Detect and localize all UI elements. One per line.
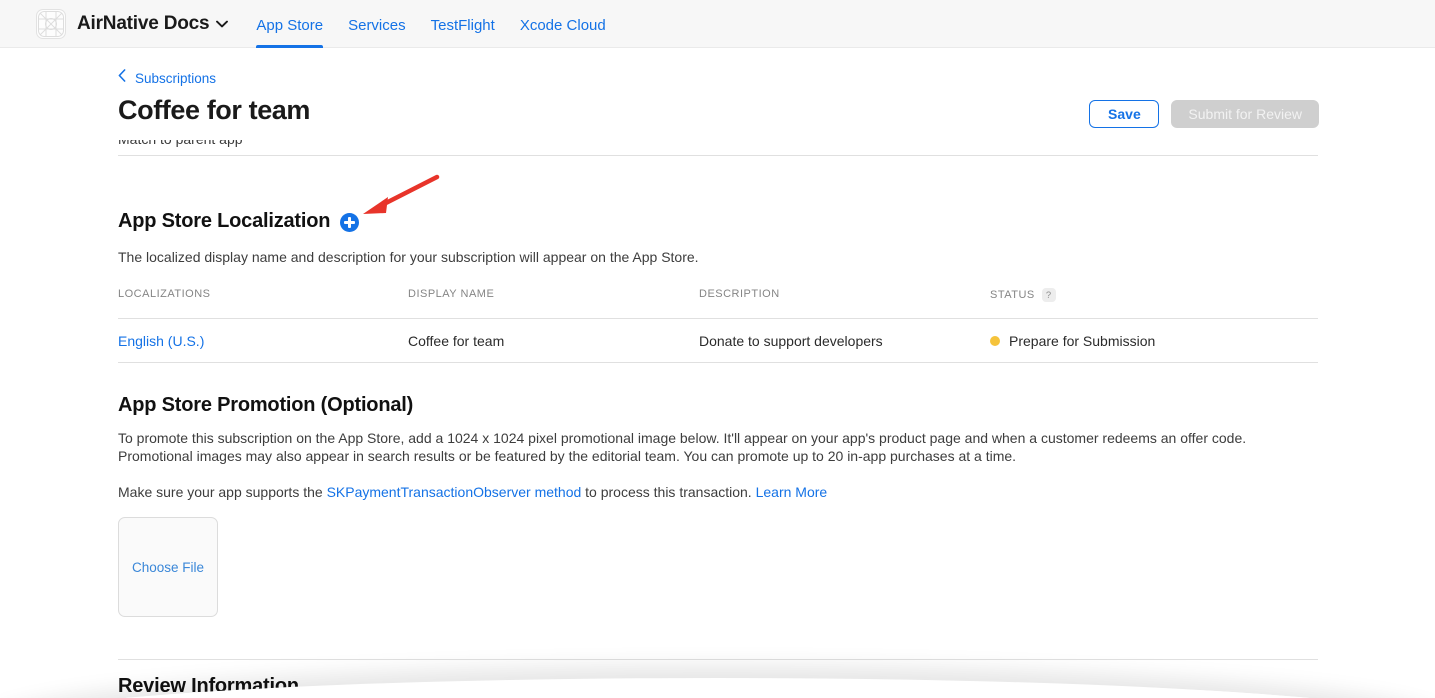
- section-title-app-store-promotion: App Store Promotion (Optional): [118, 394, 413, 417]
- column-header-status: STATUS ?: [990, 288, 1318, 302]
- brand-menu[interactable]: AirNative Docs: [36, 0, 228, 48]
- divider: [118, 155, 1318, 156]
- grid-app-icon: [36, 9, 66, 39]
- tab-services[interactable]: Services: [348, 17, 406, 48]
- localization-description: The localized display name and descripti…: [118, 248, 1218, 266]
- tab-testflight[interactable]: TestFlight: [431, 17, 495, 48]
- chevron-left-icon: [118, 69, 126, 87]
- app-store-connect-subscription-page: AirNative Docs App Store Services TestFl…: [0, 0, 1435, 698]
- section-title-app-store-localization: App Store Localization: [118, 210, 330, 233]
- table-row[interactable]: English (U.S.) Coffee for team Donate to…: [118, 318, 1318, 363]
- column-header-status-label: STATUS: [990, 289, 1035, 301]
- save-button[interactable]: Save: [1089, 100, 1159, 128]
- promotion-paragraph: To promote this subscription on the App …: [118, 429, 1300, 465]
- cell-status: Prepare for Submission: [990, 333, 1318, 349]
- status-badge: Prepare for Submission: [1009, 333, 1155, 349]
- breadcrumb-subscriptions[interactable]: Subscriptions: [118, 69, 216, 87]
- breadcrumb-label: Subscriptions: [135, 71, 216, 86]
- learn-more-link[interactable]: Learn More: [756, 484, 828, 500]
- localizations-table: LOCALIZATIONS DISPLAY NAME DESCRIPTION S…: [118, 288, 1318, 363]
- cell-description: Donate to support developers: [699, 333, 990, 349]
- tab-xcode-cloud[interactable]: Xcode Cloud: [520, 17, 606, 48]
- cell-locale[interactable]: English (U.S.): [118, 333, 408, 349]
- cell-display-name: Coffee for team: [408, 333, 699, 349]
- top-navigation-bar: AirNative Docs App Store Services TestFl…: [0, 0, 1435, 48]
- divider: [118, 659, 1318, 660]
- status-dot-icon: [990, 336, 1000, 346]
- question-mark-icon[interactable]: ?: [1042, 288, 1056, 302]
- nav-tabs: App Store Services TestFlight Xcode Clou…: [256, 0, 630, 48]
- column-header-description: DESCRIPTION: [699, 288, 990, 300]
- observer-note-prefix: Make sure your app supports the: [118, 484, 327, 500]
- header-actions: Save Submit for Review: [1089, 100, 1319, 128]
- tab-app-store[interactable]: App Store: [256, 17, 323, 48]
- submit-for-review-button: Submit for Review: [1171, 100, 1319, 128]
- page-content: Match to parent app App Store Localizati…: [0, 140, 1435, 698]
- match-to-parent-app-label: Match to parent app: [118, 140, 243, 147]
- column-header-display-name: DISPLAY NAME: [408, 288, 699, 300]
- chevron-down-icon[interactable]: [216, 20, 228, 28]
- table-header-row: LOCALIZATIONS DISPLAY NAME DESCRIPTION S…: [118, 288, 1318, 318]
- page-header: Subscriptions Coffee for team Save Submi…: [0, 48, 1435, 140]
- observer-note: Make sure your app supports the SKPaymen…: [118, 483, 1300, 501]
- choose-file-dropzone[interactable]: Choose File: [118, 517, 218, 617]
- plus-circle-icon[interactable]: [340, 213, 359, 232]
- page-title: Coffee for team: [118, 95, 310, 126]
- skpaymenttransactionobserver-link[interactable]: SKPaymentTransactionObserver method: [327, 484, 582, 500]
- observer-note-suffix: to process this transaction.: [581, 484, 755, 500]
- choose-file-label: Choose File: [132, 560, 204, 575]
- brand-title: AirNative Docs: [77, 13, 209, 35]
- column-header-localizations: LOCALIZATIONS: [118, 288, 408, 300]
